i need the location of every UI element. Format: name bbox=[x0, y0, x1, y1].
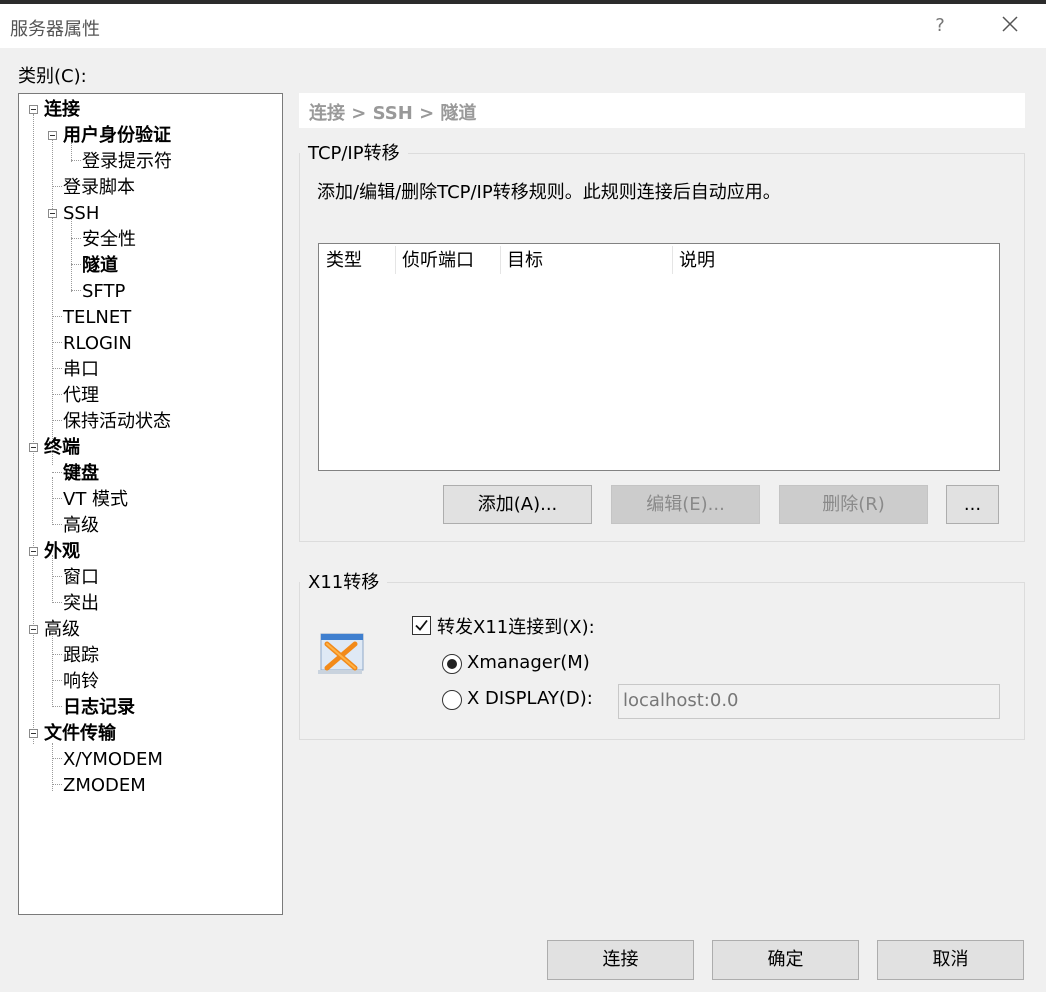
tree-connector bbox=[52, 654, 62, 655]
checkmark-icon bbox=[415, 619, 428, 631]
tree-connector bbox=[52, 477, 53, 525]
tree-item-sftp[interactable]: SFTP bbox=[82, 279, 125, 305]
column-header-listen-port[interactable]: 侦听端口 bbox=[395, 244, 500, 277]
tree-item-telnet[interactable]: TELNET bbox=[63, 305, 131, 331]
cancel-button[interactable]: 取消 bbox=[877, 940, 1024, 980]
tree-item-bell[interactable]: 响铃 bbox=[63, 669, 99, 695]
tcp-forwarding-description: 添加/编辑/删除TCP/IP转移规则。此规则连接后自动应用。 bbox=[317, 182, 781, 203]
tree-item-rlogin[interactable]: RLOGIN bbox=[63, 331, 132, 357]
forwarding-rules-list[interactable]: 类型 侦听端口 目标 说明 bbox=[318, 243, 1000, 471]
tree-connector bbox=[52, 472, 62, 473]
more-options-button[interactable]: ... bbox=[946, 485, 999, 524]
tree-connector bbox=[71, 264, 81, 265]
tree-item-xymodem[interactable]: X/YMODEM bbox=[63, 747, 163, 773]
x-display-radio[interactable] bbox=[442, 690, 462, 710]
xmanager-radio-label[interactable]: Xmanager(M) bbox=[467, 652, 590, 673]
help-button[interactable]: ? bbox=[926, 12, 954, 40]
title-bar: 服务器属性 ? bbox=[0, 4, 1046, 48]
collapse-toggle-icon[interactable] bbox=[29, 105, 38, 114]
tree-item-window[interactable]: 窗口 bbox=[63, 565, 99, 591]
tree-connector bbox=[71, 218, 72, 292]
tree-item-terminal[interactable]: 终端 bbox=[44, 435, 80, 461]
collapse-toggle-icon[interactable] bbox=[48, 209, 57, 218]
tree-connector bbox=[52, 784, 62, 785]
tree-connector bbox=[71, 160, 81, 161]
tree-item-appearance[interactable]: 外观 bbox=[44, 539, 80, 565]
collapse-toggle-icon[interactable] bbox=[29, 443, 38, 452]
tree-connector bbox=[52, 576, 62, 577]
edit-rule-button[interactable]: 编辑(E)... bbox=[611, 485, 760, 524]
breadcrumb: 连接 > SSH > 隧道 bbox=[299, 93, 1025, 128]
tree-item-login-scripts[interactable]: 登录脚本 bbox=[63, 175, 135, 201]
tree-item-vt-modes[interactable]: VT 模式 bbox=[63, 487, 128, 513]
tree-item-advanced[interactable]: 高级 bbox=[44, 617, 80, 643]
connect-button[interactable]: 连接 bbox=[547, 940, 694, 980]
tree-item-authentication[interactable]: 用户身份验证 bbox=[63, 123, 171, 149]
tree-connector bbox=[52, 633, 53, 707]
tree-item-ssh[interactable]: SSH bbox=[63, 201, 99, 227]
tree-connector bbox=[52, 342, 62, 343]
tree-connector bbox=[52, 316, 62, 317]
column-header-description[interactable]: 说明 bbox=[672, 244, 997, 277]
tree-connector bbox=[52, 602, 62, 603]
tree-item-connection[interactable]: 连接 bbox=[44, 97, 80, 123]
close-icon bbox=[1002, 16, 1018, 32]
tcp-forwarding-title: TCP/IP转移 bbox=[300, 143, 408, 165]
collapse-toggle-icon[interactable] bbox=[48, 131, 57, 140]
tree-item-terminal-advanced[interactable]: 高级 bbox=[63, 513, 99, 539]
category-tree[interactable]: 连接 用户身份验证 登录提示符 登录脚本 SSH 安全性 隧道 SFTP TEL… bbox=[18, 93, 283, 915]
delete-rule-button[interactable]: 删除(R) bbox=[779, 485, 928, 524]
tree-item-zmodem[interactable]: ZMODEM bbox=[63, 773, 146, 799]
x-display-input[interactable]: localhost:0.0 bbox=[618, 684, 1000, 719]
column-header-type[interactable]: 类型 bbox=[319, 244, 395, 277]
collapse-toggle-icon[interactable] bbox=[29, 729, 38, 738]
collapse-toggle-icon[interactable] bbox=[29, 625, 38, 634]
tree-item-login-prompts[interactable]: 登录提示符 bbox=[82, 149, 172, 175]
tree-item-serial[interactable]: 串口 bbox=[63, 357, 99, 383]
xmanager-radio[interactable] bbox=[442, 654, 462, 674]
tree-item-security[interactable]: 安全性 bbox=[82, 227, 136, 253]
tree-connector bbox=[52, 140, 53, 465]
tree-connector bbox=[52, 706, 62, 707]
tree-item-trace[interactable]: 跟踪 bbox=[63, 643, 99, 669]
forward-x11-checkbox[interactable] bbox=[412, 616, 431, 635]
tree-connector bbox=[71, 238, 81, 239]
breadcrumb-text: 连接 > SSH > 隧道 bbox=[309, 103, 477, 124]
collapse-toggle-icon[interactable] bbox=[29, 547, 38, 556]
category-label: 类别(C): bbox=[18, 66, 87, 87]
tree-connector bbox=[52, 368, 62, 369]
window-title: 服务器属性 bbox=[10, 19, 100, 40]
tree-connector bbox=[71, 290, 81, 291]
column-header-destination[interactable]: 目标 bbox=[500, 244, 672, 277]
close-button[interactable] bbox=[994, 12, 1026, 40]
ok-button[interactable]: 确定 bbox=[712, 940, 859, 980]
tree-connector bbox=[52, 680, 62, 681]
tree-connector bbox=[52, 758, 62, 759]
tree-item-keyboard[interactable]: 键盘 bbox=[63, 461, 99, 487]
tree-connector bbox=[52, 524, 62, 525]
tree-item-file-transfer[interactable]: 文件传输 bbox=[44, 721, 116, 747]
tree-item-highlight[interactable]: 突出 bbox=[63, 591, 99, 617]
tree-connector bbox=[52, 186, 62, 187]
xmanager-icon bbox=[318, 633, 364, 674]
tree-connector bbox=[52, 394, 62, 395]
tree-connector bbox=[52, 420, 62, 421]
tree-connector bbox=[33, 114, 34, 744]
x-display-radio-label[interactable]: X DISPLAY(D): bbox=[467, 688, 593, 709]
forward-x11-label[interactable]: 转发X11连接到(X): bbox=[437, 613, 595, 639]
add-rule-button[interactable]: 添加(A)... bbox=[443, 485, 592, 524]
tree-connector bbox=[52, 498, 62, 499]
tree-item-keep-alive[interactable]: 保持活动状态 bbox=[63, 409, 171, 435]
tree-item-proxy[interactable]: 代理 bbox=[63, 383, 99, 409]
tree-item-logging[interactable]: 日志记录 bbox=[63, 695, 135, 721]
x11-forwarding-title: X11转移 bbox=[300, 572, 388, 594]
tree-item-tunneling[interactable]: 隧道 bbox=[82, 253, 118, 279]
